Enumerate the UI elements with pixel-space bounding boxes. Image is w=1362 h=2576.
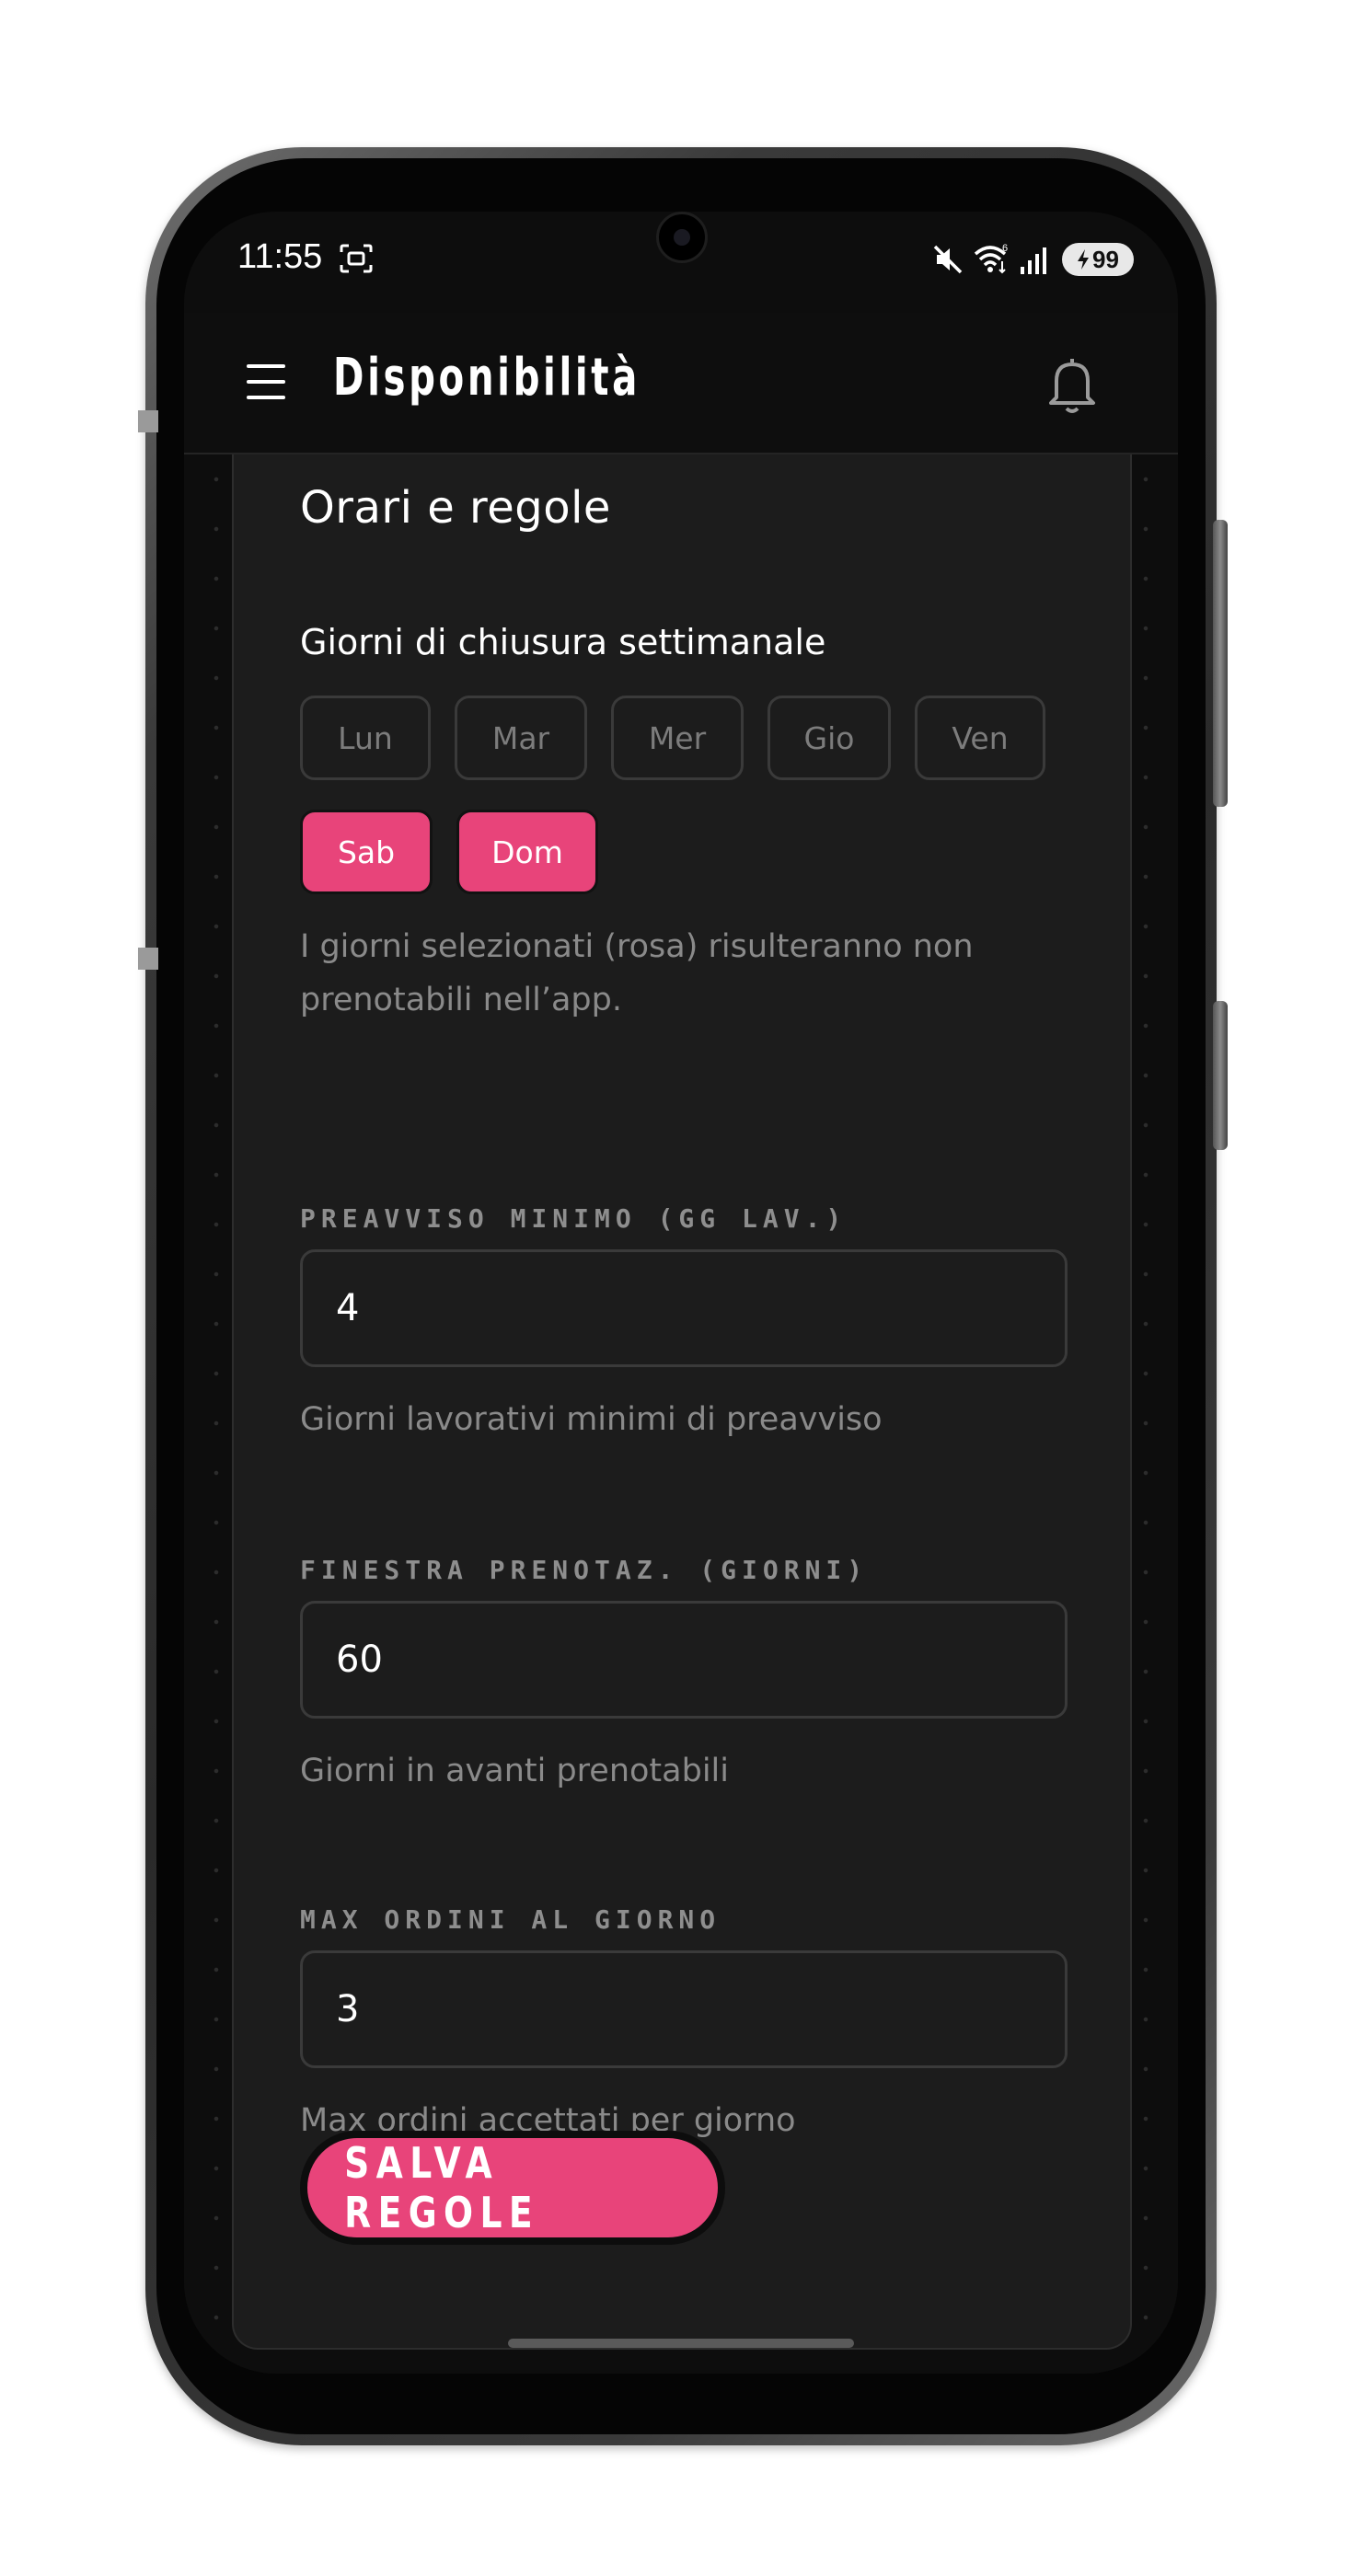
save-rules-button[interactable]: SALVA REGOLE — [300, 2131, 725, 2245]
battery-icon: 99 — [1062, 243, 1134, 276]
min-notice-helper: Giorni lavorativi minimi di preavviso — [300, 1401, 883, 1438]
day-chip-mer[interactable]: Mer — [611, 696, 744, 780]
min-notice-input[interactable] — [300, 1249, 1068, 1367]
save-rules-label: SALVA REGOLE — [344, 2138, 540, 2237]
bolt-icon — [1078, 249, 1090, 270]
wifi-icon: 6 — [974, 243, 1008, 274]
min-notice-label: PREAVVISO MINIMO (GG LAV.) — [300, 1203, 848, 1234]
closing-days-label: Giorni di chiusura settimanale — [300, 622, 826, 662]
screenshot-icon — [340, 244, 373, 273]
antenna-line — [138, 410, 158, 432]
signal-icon — [1021, 247, 1046, 274]
wifi-badge: 6 — [1002, 243, 1008, 254]
mute-icon — [933, 245, 963, 274]
day-chip-mar[interactable]: Mar — [455, 696, 587, 780]
booking-window-helper: Giorni in avanti prenotabili — [300, 1753, 729, 1789]
booking-window-label: FINESTRA PRENOTAZ. (GIORNI) — [300, 1555, 869, 1585]
max-orders-label: MAX ORDINI AL GIORNO — [300, 1904, 721, 1935]
day-chip-sab[interactable]: Sab — [300, 810, 433, 894]
app-bar: Disponibilità — [184, 313, 1178, 454]
booking-window-input[interactable] — [300, 1601, 1068, 1719]
power-button — [1213, 520, 1228, 807]
rules-card: Orari e regole Giorni di chiusura settim… — [232, 454, 1132, 2350]
content-area: Orari e regole Giorni di chiusura settim… — [184, 454, 1178, 2374]
page-title: Disponibilità — [333, 348, 641, 408]
day-chip-dom[interactable]: Dom — [456, 810, 598, 894]
battery-level: 99 — [1092, 245, 1119, 273]
home-indicator[interactable] — [508, 2339, 854, 2348]
card-title: Orari e regole — [300, 482, 611, 534]
day-chip-ven[interactable]: Ven — [915, 696, 1045, 780]
status-icons: 6 99 — [929, 239, 1134, 280]
screen: 11:55 6 99 Disponibilità Orari e regole … — [184, 212, 1178, 2374]
dot-grid — [214, 454, 219, 2374]
closing-days-helper: I giorni selezionati (rosa) risulteranno… — [300, 928, 974, 1018]
antenna-line — [138, 948, 158, 970]
day-chip-gio[interactable]: Gio — [768, 696, 891, 780]
front-camera — [656, 212, 708, 263]
menu-icon[interactable] — [247, 362, 289, 399]
max-orders-input[interactable] — [300, 1950, 1068, 2068]
bell-icon[interactable] — [1042, 353, 1102, 418]
dot-grid — [1143, 454, 1148, 2374]
volume-button — [1213, 1001, 1228, 1150]
status-time: 11:55 — [237, 237, 323, 276]
day-chip-lun[interactable]: Lun — [300, 696, 431, 780]
